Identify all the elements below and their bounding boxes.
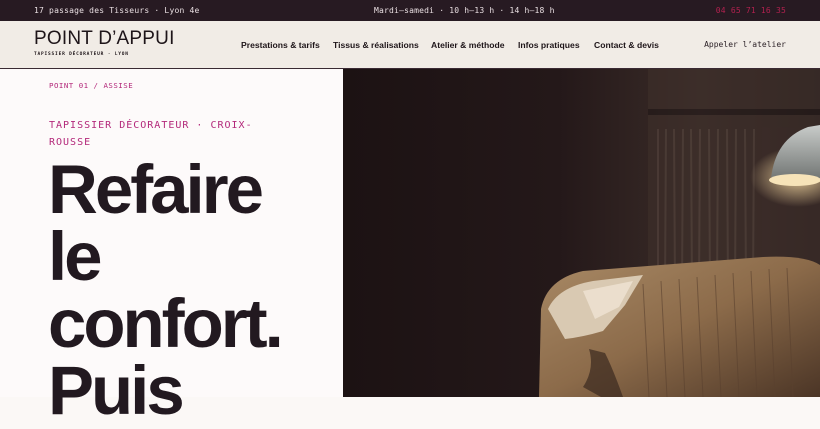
- top-info-bar: 17 passage des Tisseurs · Lyon 4e Mardi—…: [0, 0, 820, 21]
- nav-item-infos[interactable]: Infos pratiques: [518, 40, 580, 50]
- call-atelier-link[interactable]: Appeler l’atelier: [704, 40, 786, 49]
- breadcrumb: POINT 01 / ASSISE: [49, 81, 134, 90]
- nav-item-contact[interactable]: Contact & devis: [594, 40, 659, 50]
- hero-photo-armchair: [343, 69, 820, 397]
- armchair-photo-illustration: [343, 69, 820, 397]
- site-header: POINT D’APPUI TAPISSIER DÉCORATEUR · LYO…: [0, 21, 820, 69]
- hero-kicker: TAPISSIER DÉCORATEUR · CROIX-ROUSSE: [49, 120, 253, 148]
- headline-line: le: [48, 218, 103, 295]
- brand-logo[interactable]: POINT D’APPUI TAPISSIER DÉCORATEUR · LYO…: [34, 28, 175, 58]
- headline-line: confort.: [48, 285, 284, 362]
- phone-link[interactable]: 04 65 71 16 35: [716, 6, 786, 15]
- brand-tagline: TAPISSIER DÉCORATEUR · LYON: [34, 52, 129, 57]
- hero-headline: Refaire le confort. Puis: [48, 151, 338, 429]
- headline-line: Refaire: [48, 151, 264, 228]
- nav-item-atelier[interactable]: Atelier & méthode: [431, 40, 505, 50]
- address-text: 17 passage des Tisseurs · Lyon 4e: [34, 6, 200, 15]
- nav-item-prestations[interactable]: Prestations & tarifs: [241, 40, 320, 50]
- hero-text-panel: POINT 01 / ASSISE TAPISSIER DÉCORATEUR ·…: [0, 69, 343, 425]
- brand-name: POINT D’APPUI: [34, 28, 175, 49]
- nav-item-tissus[interactable]: Tissus & réalisations: [333, 40, 419, 50]
- opening-hours-text: Mardi—samedi · 10 h—13 h · 14 h—18 h: [374, 6, 555, 15]
- headline-line: Puis: [48, 352, 185, 429]
